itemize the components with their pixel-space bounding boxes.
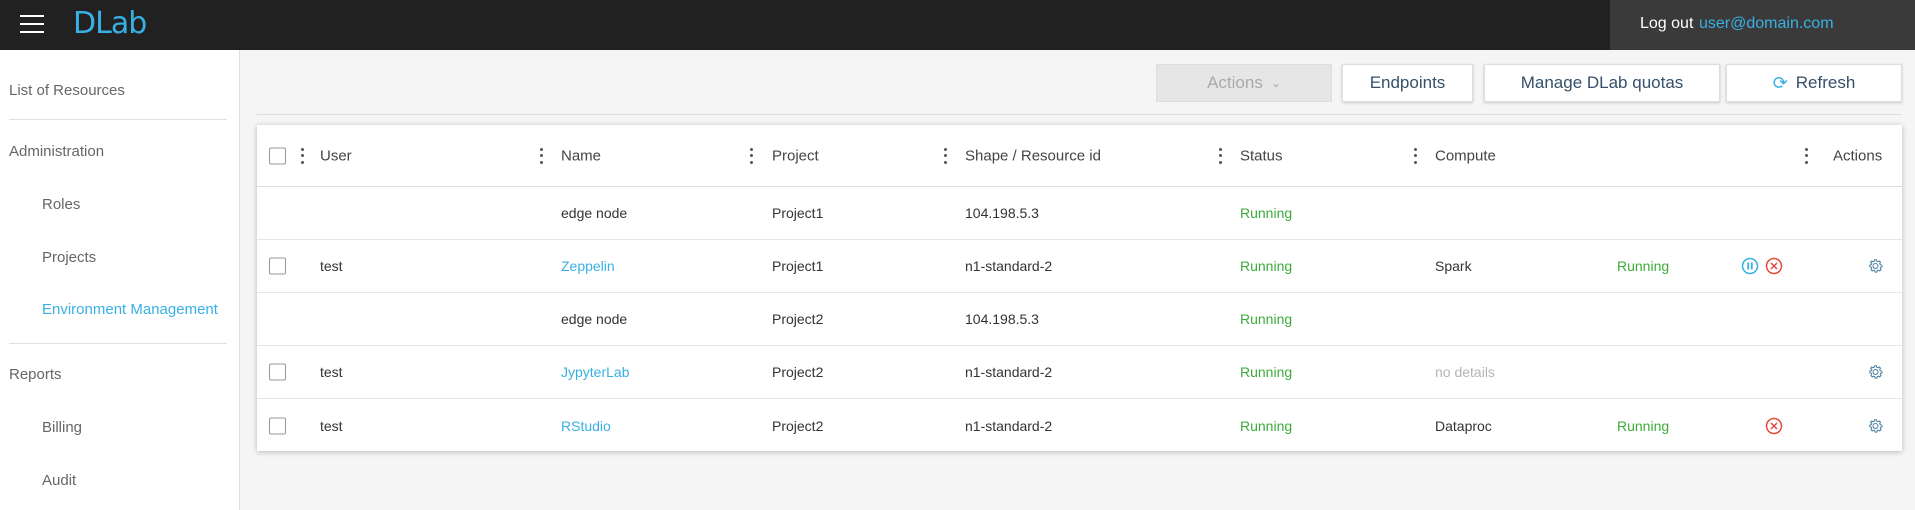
column-menu-icon[interactable] [539, 147, 543, 164]
column-menu-icon[interactable] [943, 147, 947, 164]
column-header-compute[interactable]: Compute [1435, 147, 1496, 164]
gear-icon[interactable] [1867, 364, 1884, 381]
sidebar-item-projects[interactable]: Projects [42, 249, 96, 266]
project-name: Project2 [772, 311, 824, 327]
compute-name: Spark [1435, 258, 1472, 274]
table-row: edge node Project2 104.198.5.3 Running [257, 293, 1902, 346]
logout-link[interactable]: Log out [1640, 15, 1693, 33]
status-badge: Running [1240, 205, 1293, 221]
menu-icon[interactable] [20, 15, 44, 33]
table-row: test Zeppelin Project1 n1-standard-2 Run… [257, 240, 1902, 293]
endpoints-button[interactable]: Endpoints [1342, 64, 1473, 102]
row-checkbox[interactable] [269, 257, 286, 275]
terminate-icon[interactable] [1765, 257, 1783, 275]
app-logo[interactable]: DLab [73, 6, 147, 41]
top-bar: DLab Log out user@domain.com [0, 0, 1915, 50]
sidebar-item-administration[interactable]: Administration [9, 143, 104, 160]
compute-name: no details [1435, 364, 1495, 380]
manage-quotas-button[interactable]: Manage DLab quotas [1484, 64, 1720, 102]
sidebar-item-billing[interactable]: Billing [42, 419, 82, 436]
actions-dropdown-button[interactable]: Actions ⌄ [1156, 64, 1332, 102]
column-menu-icon[interactable] [1218, 147, 1222, 164]
sidebar: List of Resources Administration Roles P… [0, 50, 240, 510]
column-header-name[interactable]: Name [561, 147, 601, 164]
row-checkbox[interactable] [269, 363, 286, 381]
user-name: test [320, 417, 343, 434]
gear-icon[interactable] [1867, 417, 1884, 434]
refresh-icon: ⟳ [1772, 72, 1788, 93]
row-checkbox[interactable] [269, 417, 286, 434]
project-name: Project2 [772, 364, 824, 380]
user-email[interactable]: user@domain.com [1699, 15, 1834, 33]
column-header-project[interactable]: Project [772, 147, 819, 164]
column-menu-icon[interactable] [300, 147, 304, 164]
sidebar-divider [9, 119, 227, 120]
user-name: test [320, 258, 343, 274]
sidebar-item-reports[interactable]: Reports [9, 366, 62, 383]
column-header-shape[interactable]: Shape / Resource id [965, 147, 1101, 164]
user-name: test [320, 364, 343, 380]
chevron-down-icon: ⌄ [1270, 76, 1281, 90]
user-area: Log out user@domain.com [1610, 0, 1915, 50]
environment-table: User Name Project Shape / Resource id St… [257, 125, 1902, 451]
column-menu-icon[interactable] [749, 147, 753, 164]
resource-shape: 104.198.5.3 [965, 205, 1039, 221]
column-header-actions: Actions [1833, 147, 1883, 164]
terminate-icon[interactable] [1765, 417, 1783, 435]
project-name: Project1 [772, 205, 824, 221]
resource-shape: n1-standard-2 [965, 258, 1053, 274]
actions-label: Actions [1207, 73, 1263, 92]
resource-name: edge node [561, 205, 628, 221]
compute-status-badge: Running [1617, 258, 1670, 274]
status-badge: Running [1240, 364, 1293, 380]
status-badge: Running [1240, 311, 1293, 327]
sidebar-item-roles[interactable]: Roles [42, 196, 80, 213]
column-header-status[interactable]: Status [1240, 147, 1283, 164]
endpoints-label: Endpoints [1369, 73, 1446, 92]
sidebar-item-environment-management[interactable]: Environment Management [42, 301, 218, 318]
sidebar-item-audit[interactable]: Audit [42, 472, 76, 489]
resource-name-link[interactable]: Zeppelin [561, 258, 615, 274]
status-badge: Running [1240, 417, 1293, 434]
column-header-user[interactable]: User [320, 147, 352, 164]
sidebar-divider [9, 343, 227, 344]
pause-icon[interactable] [1741, 257, 1759, 275]
table-row: edge node Project1 104.198.5.3 Running [257, 187, 1902, 240]
resource-name-link[interactable]: JypyterLab [561, 364, 629, 380]
resource-name: edge node [561, 311, 628, 327]
table-header: User Name Project Shape / Resource id St… [257, 125, 1902, 187]
column-menu-icon[interactable] [1804, 147, 1808, 164]
compute-name: Dataproc [1435, 417, 1492, 434]
resource-shape: n1-standard-2 [965, 364, 1053, 380]
table-row: test JypyterLab Project2 n1-standard-2 R… [257, 346, 1902, 399]
compute-status-badge: Running [1617, 417, 1670, 434]
sidebar-item-list-of-resources[interactable]: List of Resources [9, 82, 125, 99]
project-name: Project1 [772, 258, 824, 274]
manage-quotas-label: Manage DLab quotas [1520, 73, 1684, 92]
toolbar-divider [257, 114, 1902, 115]
status-badge: Running [1240, 258, 1293, 274]
project-name: Project2 [772, 417, 824, 434]
gear-icon[interactable] [1867, 258, 1884, 275]
resource-shape: n1-standard-2 [965, 417, 1053, 434]
select-all-checkbox[interactable] [269, 147, 286, 164]
column-menu-icon[interactable] [1413, 147, 1417, 164]
resource-shape: 104.198.5.3 [965, 311, 1039, 327]
refresh-button[interactable]: ⟳ Refresh [1726, 64, 1902, 102]
refresh-label: Refresh [1795, 73, 1856, 92]
resource-name-link[interactable]: RStudio [561, 418, 611, 434]
table-row: test RStudio Project2 n1-standard-2 Runn… [257, 399, 1902, 452]
